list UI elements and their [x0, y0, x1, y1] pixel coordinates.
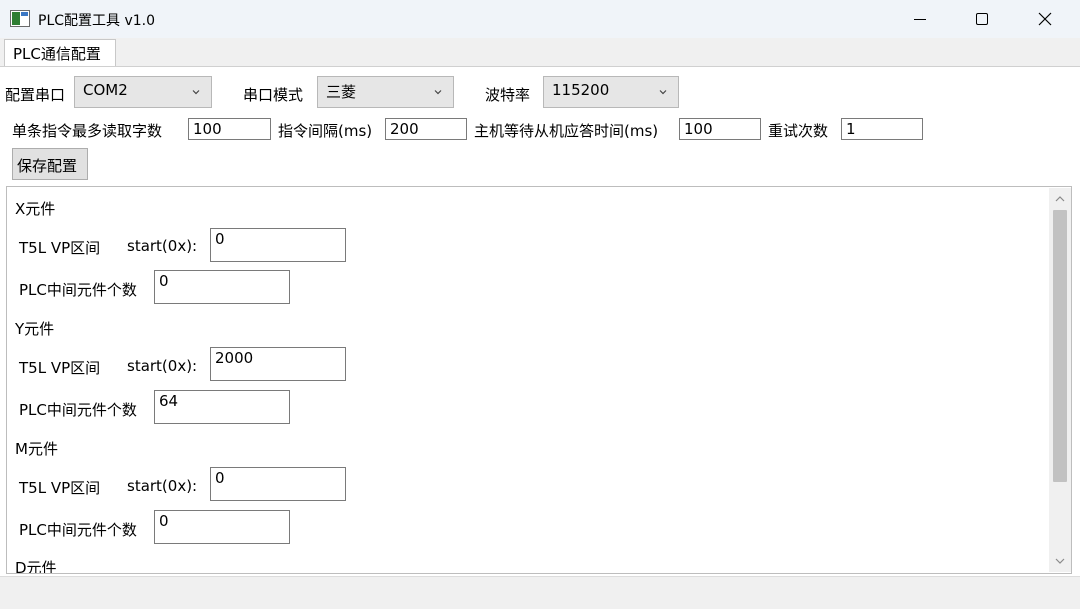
mode-select[interactable]: 三菱 [317, 76, 454, 108]
count-label: PLC中间元件个数 [19, 281, 137, 299]
baud-value: 115200 [552, 81, 610, 99]
scroll-thumb[interactable] [1053, 210, 1067, 482]
retry-input[interactable] [841, 118, 923, 140]
x-count-input[interactable]: 0 [154, 270, 290, 304]
minimize-icon[interactable] [892, 0, 950, 38]
y-count-input[interactable]: 64 [154, 390, 290, 424]
app-window-icon [10, 10, 30, 27]
vertical-scrollbar[interactable] [1049, 188, 1071, 572]
title-bar: PLC配置工具 v1.0 [0, 0, 1080, 38]
tab-label: PLC通信配置 [13, 45, 101, 63]
mode-label: 串口模式 [243, 86, 304, 104]
start-label: start(0x): [127, 357, 198, 375]
section-title-m: M元件 [15, 440, 58, 458]
scroll-down-icon[interactable] [1054, 556, 1066, 566]
chevron-down-icon [434, 90, 442, 95]
vp-range-label: T5L VP区间 [19, 239, 101, 257]
status-bar [0, 576, 1080, 609]
max-read-label: 单条指令最多读取字数 [12, 122, 163, 140]
chevron-down-icon [659, 90, 667, 95]
section-title-x: X元件 [15, 200, 56, 218]
retry-label: 重试次数 [768, 122, 829, 140]
tab-plc-comm-config[interactable]: PLC通信配置 [4, 39, 116, 67]
count-label: PLC中间元件个数 [19, 521, 137, 539]
wait-input[interactable] [679, 118, 761, 140]
y-start-input[interactable]: 2000 [210, 347, 346, 381]
x-start-input[interactable]: 0 [210, 228, 346, 262]
start-label: start(0x): [127, 477, 198, 495]
port-label: 配置串口 [5, 86, 66, 104]
baud-label: 波特率 [485, 86, 531, 104]
vp-range-label: T5L VP区间 [19, 359, 101, 377]
section-title-d: D元件 [15, 559, 57, 574]
max-read-input[interactable] [188, 118, 271, 140]
m-start-input[interactable]: 0 [210, 467, 346, 501]
start-label: start(0x): [127, 237, 198, 255]
maximize-icon[interactable] [953, 0, 1011, 38]
port-select[interactable]: COM2 [74, 76, 212, 108]
close-icon[interactable] [1016, 0, 1074, 38]
section-title-y: Y元件 [15, 320, 55, 338]
mode-value: 三菱 [326, 83, 357, 101]
scroll-up-icon[interactable] [1054, 194, 1066, 204]
window-title: PLC配置工具 v1.0 [38, 13, 156, 29]
m-count-input[interactable]: 0 [154, 510, 290, 544]
vp-range-label: T5L VP区间 [19, 479, 101, 497]
port-value: COM2 [83, 81, 128, 99]
count-label: PLC中间元件个数 [19, 401, 137, 419]
chevron-down-icon [192, 90, 200, 95]
element-config-scroll-area[interactable]: X元件 T5L VP区间 start(0x): 0 PLC中间元件个数 0 Y元… [6, 186, 1072, 574]
interval-input[interactable] [385, 118, 467, 140]
baud-select[interactable]: 115200 [543, 76, 679, 108]
wait-label: 主机等待从机应答时间(ms) [474, 122, 659, 140]
interval-label: 指令间隔(ms) [278, 122, 373, 140]
save-config-button[interactable]: 保存配置 [12, 148, 88, 180]
save-config-label: 保存配置 [17, 157, 78, 175]
